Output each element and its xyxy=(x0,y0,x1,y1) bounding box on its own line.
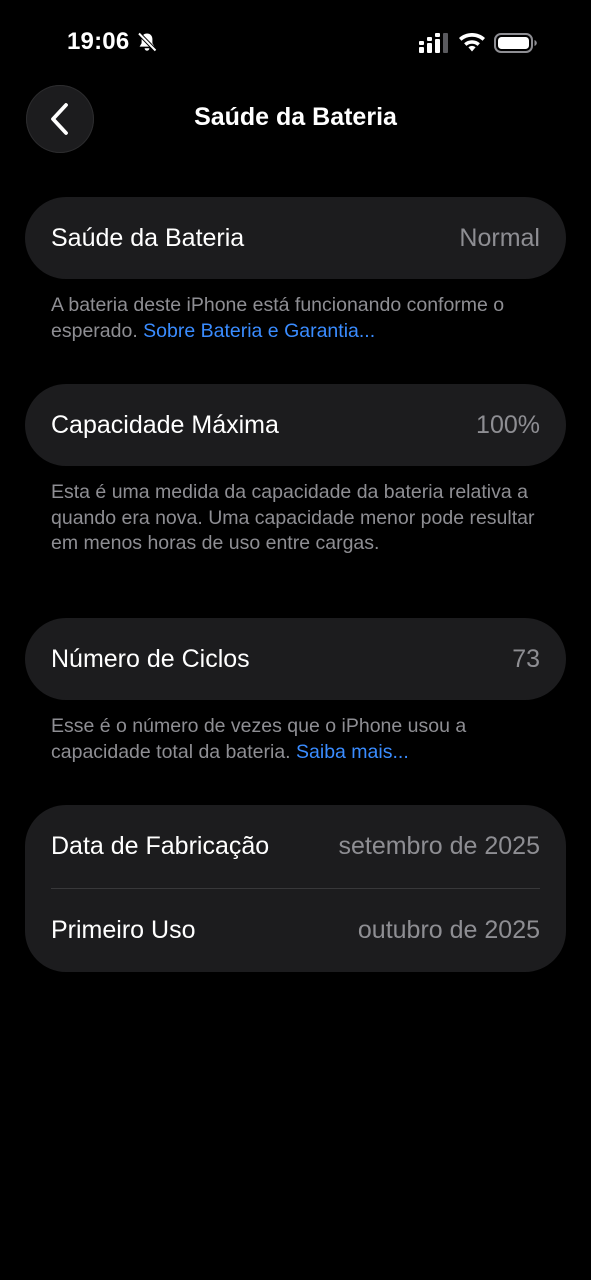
cycle-count-footnote: Esse é o número de vezes que o iPhone us… xyxy=(51,714,551,765)
status-time: 19:06 xyxy=(67,28,130,55)
max-capacity-value: 100% xyxy=(476,410,540,439)
manufacture-date-row: Data de Fabricação setembro de 2025 xyxy=(25,805,566,888)
max-capacity-label: Capacidade Máxima xyxy=(51,410,279,439)
battery-health-card: Saúde da Bateria Normal xyxy=(25,197,566,279)
battery-health-value: Normal xyxy=(459,223,540,252)
first-use-label: Primeiro Uso xyxy=(51,916,196,944)
max-capacity-card: Capacidade Máxima 100% xyxy=(25,384,566,466)
page-title: Saúde da Bateria xyxy=(194,103,397,131)
max-capacity-footnote-text: Esta é uma medida da capacidade da bater… xyxy=(51,481,535,554)
first-use-row: Primeiro Uso outubro de 2025 xyxy=(25,889,566,972)
cycle-count-label: Número de Ciclos xyxy=(51,644,250,673)
bell-slash-icon xyxy=(137,32,157,52)
manufacture-date-label: Data de Fabricação xyxy=(51,832,270,860)
manufacture-date-value: setembro de 2025 xyxy=(338,832,540,860)
max-capacity-row: Capacidade Máxima 100% xyxy=(25,384,566,466)
cycle-count-card: Número de Ciclos 73 xyxy=(25,618,566,700)
cycle-count-value: 73 xyxy=(512,644,540,673)
max-capacity-footnote: Esta é uma medida da capacidade da bater… xyxy=(51,480,551,557)
dates-card: Data de Fabricação setembro de 2025 Prim… xyxy=(25,805,566,972)
battery-health-row: Saúde da Bateria Normal xyxy=(25,197,566,279)
battery-health-footnote: A bateria deste iPhone está funcionando … xyxy=(51,293,551,344)
battery-warranty-link[interactable]: Sobre Bateria e Garantia... xyxy=(143,320,375,342)
battery-icon xyxy=(494,33,537,53)
cellular-signal-icon xyxy=(419,33,448,53)
status-bar: 19:06 xyxy=(0,0,591,80)
learn-more-link[interactable]: Saiba mais... xyxy=(296,741,409,763)
battery-health-label: Saúde da Bateria xyxy=(51,223,245,252)
wifi-icon xyxy=(459,33,485,52)
first-use-value: outubro de 2025 xyxy=(357,916,540,944)
cycle-count-row: Número de Ciclos 73 xyxy=(25,618,566,700)
